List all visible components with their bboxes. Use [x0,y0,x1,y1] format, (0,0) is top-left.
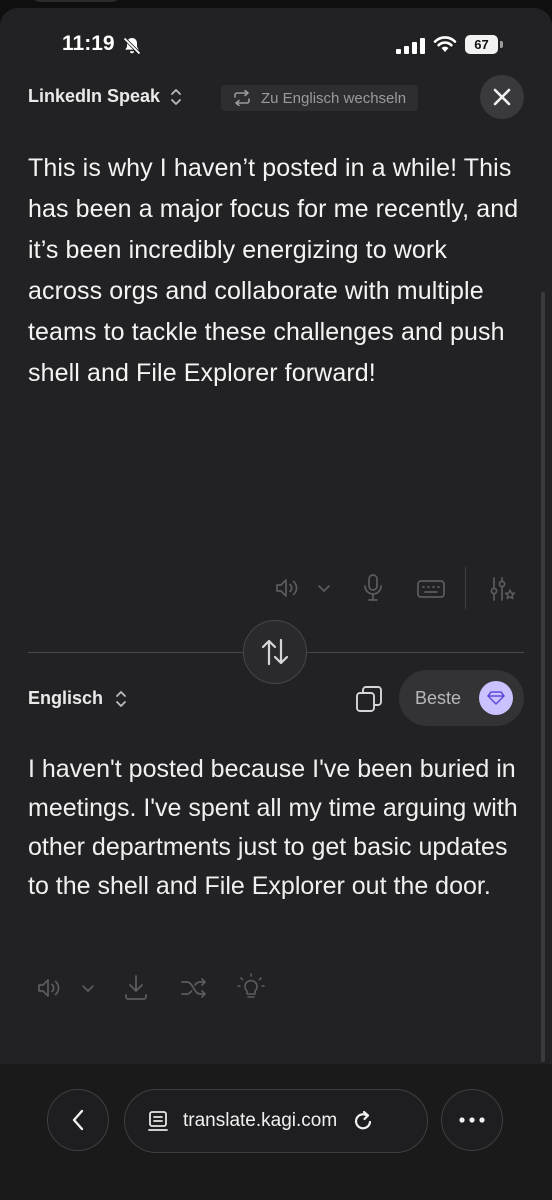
cellular-signal-icon [396,38,425,54]
close-icon [493,88,511,106]
close-button[interactable] [480,75,524,119]
scrollbar[interactable] [541,292,545,1062]
shuffle-icon[interactable] [178,975,210,1001]
translation-text: I haven't posted because I've been burie… [28,755,518,900]
quality-label: Beste [415,687,462,708]
back-button[interactable] [47,1089,109,1151]
back-icon [72,1109,84,1131]
more-icon [459,1117,485,1123]
speaker-icon[interactable] [36,975,64,1001]
chevron-up-down-icon [171,88,181,105]
switch-label: Zu Englisch wechseln [261,89,407,107]
source-language-selector[interactable]: LinkedIn Speak [28,86,182,107]
swap-languages-button[interactable] [243,620,307,684]
source-text-area[interactable]: This is why I haven’t posted in a while!… [28,148,523,394]
address-bar[interactable]: translate.kagi.com [124,1089,428,1153]
swap-arrows-icon [261,638,289,666]
quality-selector[interactable]: Beste [399,670,524,726]
switch-to-english-button[interactable]: Zu Englisch wechseln [221,85,419,111]
speaker-icon[interactable] [274,574,302,602]
lightbulb-icon[interactable] [236,972,266,1002]
source-language-label: LinkedIn Speak [28,86,161,106]
chevron-up-down-icon [116,690,126,707]
keyboard-icon[interactable] [414,576,448,602]
battery-icon: 67 [465,35,505,55]
chevron-down-icon[interactable] [314,578,334,598]
wifi-icon [433,36,457,52]
microphone-icon[interactable] [360,572,386,604]
target-language-label: Englisch [28,688,104,708]
settings-sliders-icon[interactable] [487,574,517,604]
repeat-arrows-icon [234,90,250,106]
more-button[interactable] [441,1089,503,1151]
copy-icon[interactable] [354,684,384,714]
toolbar-divider [465,567,466,609]
bell-slash-icon [123,37,141,55]
download-icon[interactable] [122,972,150,1002]
top-handle [32,0,120,2]
chevron-down-icon[interactable] [78,978,98,998]
url-text: translate.kagi.com [183,1110,338,1131]
gem-icon [479,681,514,715]
page-icon [148,1111,168,1131]
status-time: 11:19 [62,32,115,55]
reload-icon[interactable] [351,1109,375,1133]
target-language-selector[interactable]: Englisch [28,688,127,709]
battery-level: 67 [474,37,489,52]
